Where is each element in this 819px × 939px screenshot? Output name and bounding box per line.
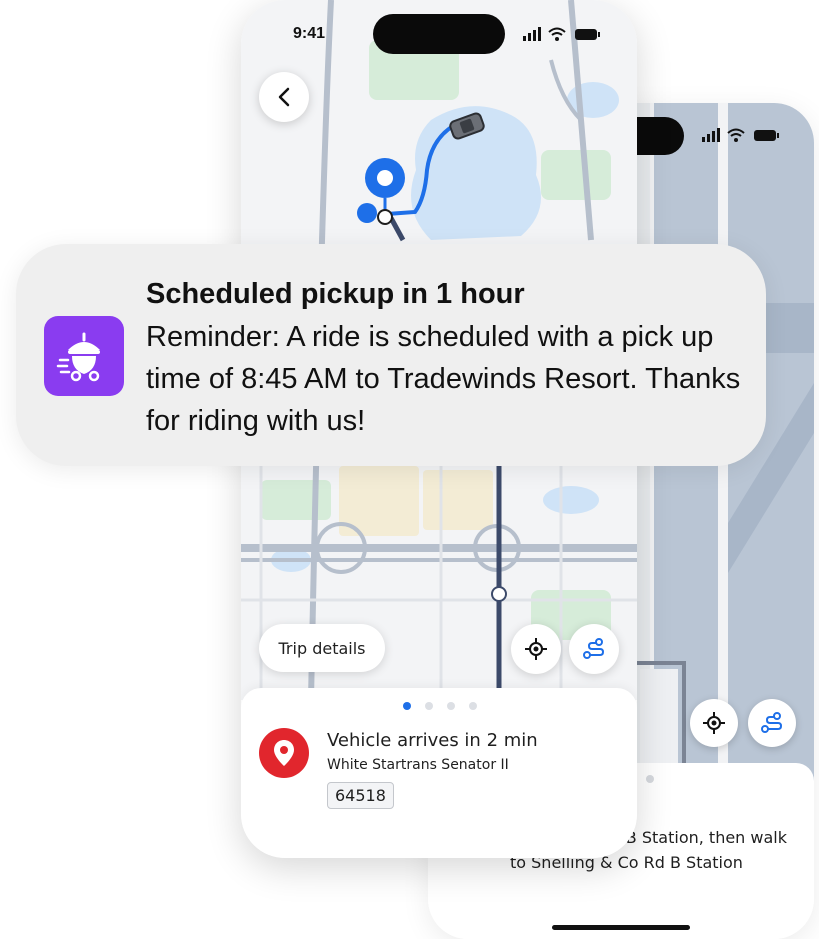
vehicle-name: White Startrans Senator II xyxy=(327,757,509,773)
page-dot[interactable] xyxy=(425,702,433,710)
back-button[interactable] xyxy=(259,72,309,122)
trip-details-button[interactable]: Trip details xyxy=(259,624,385,672)
chevron-left-icon xyxy=(278,87,290,107)
locate-icon xyxy=(525,638,547,660)
screen: …ing & Co Rd B Station, then walk to Sne… xyxy=(0,0,819,939)
map-pin-icon xyxy=(274,740,294,766)
route-icon xyxy=(583,638,605,659)
locate-icon xyxy=(703,712,725,734)
dynamic-island xyxy=(373,14,505,54)
page-dot[interactable] xyxy=(469,702,477,710)
route-button[interactable] xyxy=(748,699,796,747)
page-dot-active[interactable] xyxy=(403,702,411,710)
notification-body: Reminder: A ride is scheduled with a pic… xyxy=(146,321,741,437)
vehicle-number-badge: 64518 xyxy=(327,782,394,809)
home-indicator[interactable] xyxy=(552,925,690,930)
page-indicator-dot xyxy=(646,775,654,783)
locate-button[interactable] xyxy=(511,624,561,674)
page-indicator[interactable] xyxy=(403,702,477,710)
app-icon xyxy=(44,316,124,396)
map-pin-badge xyxy=(259,728,309,778)
push-notification[interactable]: Scheduled pickup in 1 hour Reminder: A r… xyxy=(16,244,766,466)
route-button[interactable] xyxy=(569,624,619,674)
locate-button[interactable] xyxy=(690,699,738,747)
status-icons xyxy=(702,128,779,142)
acorn-cart-icon xyxy=(56,332,100,382)
page-dot[interactable] xyxy=(447,702,455,710)
status-time: 9:41 xyxy=(293,25,326,42)
status-icons xyxy=(523,27,600,41)
trip-bottom-sheet[interactable]: Vehicle arrives in 2 min White Startrans… xyxy=(241,688,637,858)
notification-title: Scheduled pickup in 1 hour xyxy=(146,278,525,310)
arrival-title: Vehicle arrives in 2 min xyxy=(327,730,538,751)
route-icon xyxy=(761,712,783,733)
